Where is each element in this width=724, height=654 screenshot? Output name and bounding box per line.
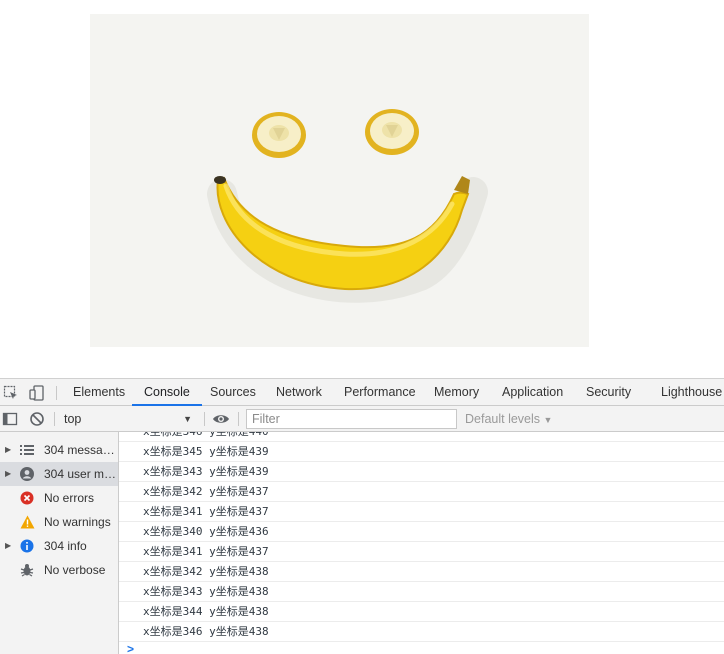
log-levels-label: Default levels — [465, 412, 541, 426]
sidebar-item-user-messages[interactable]: ▶ 304 user messages — [0, 462, 118, 486]
log-levels-dropdown[interactable]: Default levels ▼ — [465, 409, 552, 429]
warning-icon — [19, 514, 35, 530]
sidebar-item-label: No warnings — [44, 515, 111, 529]
dropdown-arrow-icon: ▼ — [183, 414, 192, 424]
sidebar-item-info[interactable]: ▶ 304 info — [0, 534, 118, 558]
console-message: x坐标是343 y坐标是439 — [119, 462, 724, 482]
user-icon — [19, 466, 35, 482]
error-icon — [19, 490, 35, 506]
toolbar-separator — [54, 412, 55, 426]
eye-icon[interactable] — [212, 410, 230, 428]
console-message: x坐标是346 y坐标是438 — [119, 622, 724, 642]
sidebar-item-label: No verbose — [44, 563, 106, 577]
inspect-element-icon[interactable] — [2, 384, 20, 402]
console-toolbar: top ▼ Default levels ▼ — [0, 406, 724, 432]
sidebar-item-warnings[interactable]: No warnings — [0, 510, 118, 534]
tab-lighthouse[interactable]: Lighthouse — [661, 379, 722, 406]
console-sidebar: ▶ 304 messages ▶ 304 user messages No er… — [0, 432, 119, 654]
sidebar-toggle-icon[interactable] — [1, 410, 19, 428]
tab-performance[interactable]: Performance — [344, 379, 416, 406]
console-message: x坐标是344 y坐标是438 — [119, 602, 724, 622]
tab-elements[interactable]: Elements — [73, 379, 125, 406]
tab-network[interactable]: Network — [276, 379, 322, 406]
console-message: x坐标是345 y坐标是439 — [119, 442, 724, 462]
console-message: x坐标是343 y坐标是438 — [119, 582, 724, 602]
console-message: x坐标是342 y坐标是438 — [119, 562, 724, 582]
toolbar-separator — [238, 412, 239, 426]
console-message: x坐标是341 y坐标是437 — [119, 542, 724, 562]
sidebar-item-errors[interactable]: No errors — [0, 486, 118, 510]
clear-console-icon[interactable] — [28, 410, 46, 428]
devtools-tabbar: Elements Console Sources Network Perform… — [0, 378, 724, 406]
dropdown-arrow-icon: ▼ — [543, 415, 553, 425]
devtools-panel: Elements Console Sources Network Perform… — [0, 378, 724, 654]
console-message: x坐标是341 y坐标是437 — [119, 502, 724, 522]
console-message: x坐标是340 y坐标是436 — [119, 522, 724, 542]
console-log: x坐标是346 y坐标是440 x坐标是345 y坐标是439 x坐标是343 … — [119, 432, 724, 654]
console-message: x坐标是342 y坐标是437 — [119, 482, 724, 502]
filter-input[interactable] — [246, 409, 457, 429]
tab-memory[interactable]: Memory — [434, 379, 479, 406]
tab-console[interactable]: Console — [132, 379, 202, 406]
info-icon — [19, 538, 35, 554]
sidebar-item-label: 304 user messages — [44, 467, 118, 481]
bug-icon — [19, 562, 35, 578]
expand-arrow-icon: ▶ — [5, 541, 12, 550]
toolbar-separator — [204, 412, 205, 426]
context-selector[interactable]: top ▼ — [58, 409, 198, 429]
tab-separator — [56, 386, 57, 400]
banana-smiley-image — [90, 14, 589, 347]
sidebar-item-label: 304 messages — [44, 443, 118, 457]
console-message: x坐标是346 y坐标是440 — [119, 432, 724, 442]
tab-sources[interactable]: Sources — [210, 379, 256, 406]
sidebar-item-label: No errors — [44, 491, 95, 505]
expand-arrow-icon: ▶ — [5, 469, 12, 478]
list-icon — [19, 442, 35, 458]
console-prompt[interactable]: > — [127, 642, 134, 654]
sidebar-item-label: 304 info — [44, 539, 87, 553]
device-toolbar-icon[interactable] — [28, 384, 46, 402]
expand-arrow-icon: ▶ — [5, 445, 12, 454]
sidebar-item-messages[interactable]: ▶ 304 messages — [0, 438, 118, 462]
context-label: top — [64, 412, 82, 426]
banana-slice-left — [252, 112, 306, 158]
sidebar-item-verbose[interactable]: No verbose — [0, 558, 118, 582]
tab-security[interactable]: Security — [586, 379, 631, 406]
tab-application[interactable]: Application — [502, 379, 563, 406]
banana-slice-right — [365, 109, 419, 155]
